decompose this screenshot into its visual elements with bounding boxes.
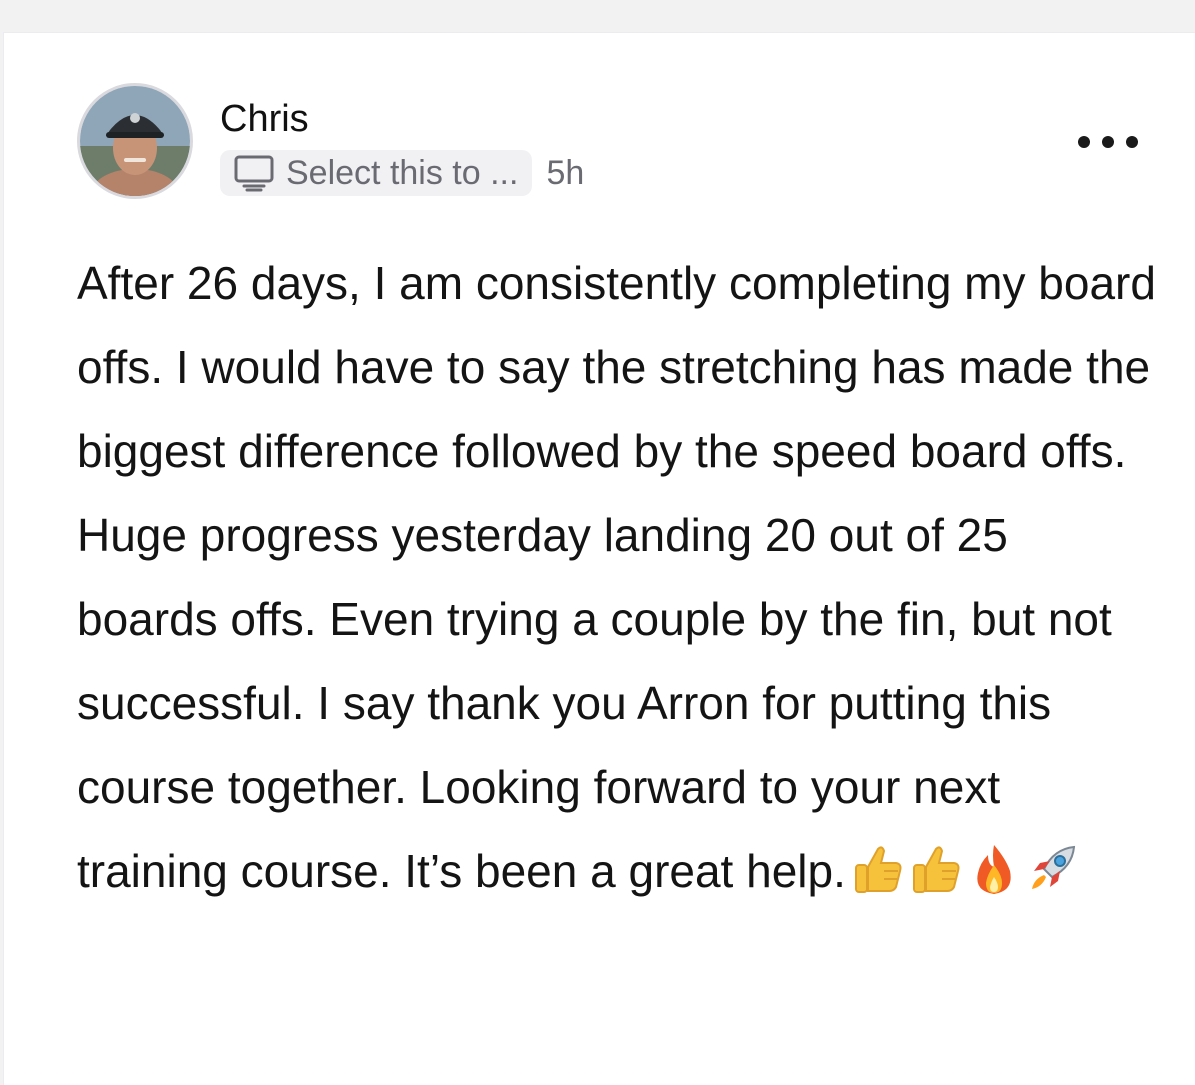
post-body: After 26 days, I am consistently complet… bbox=[77, 241, 1157, 913]
thumbs-up-emoji bbox=[854, 846, 902, 893]
thumbs-up-emoji bbox=[912, 846, 960, 893]
avatar-photo bbox=[80, 86, 190, 196]
more-dot bbox=[1126, 136, 1138, 148]
context-label: Select this to ... bbox=[286, 153, 519, 192]
fire-emoji bbox=[977, 845, 1011, 894]
emoji-row bbox=[850, 841, 1082, 897]
more-options-icon[interactable] bbox=[1078, 125, 1138, 159]
monitor-icon bbox=[234, 155, 274, 192]
post-timestamp: 5h bbox=[546, 153, 585, 192]
post-card: Chris Select this to ... 5h After 26 day… bbox=[3, 32, 1195, 1085]
author-avatar[interactable] bbox=[77, 83, 193, 199]
post-text: After 26 days, I am consistently complet… bbox=[77, 257, 1156, 897]
more-dot bbox=[1102, 136, 1114, 148]
more-dot bbox=[1078, 136, 1090, 148]
author-name[interactable]: Chris bbox=[220, 97, 309, 141]
rocket-emoji bbox=[1031, 845, 1075, 889]
post-meta: Select this to ... 5h bbox=[220, 149, 584, 197]
context-chip[interactable]: Select this to ... bbox=[220, 150, 533, 196]
